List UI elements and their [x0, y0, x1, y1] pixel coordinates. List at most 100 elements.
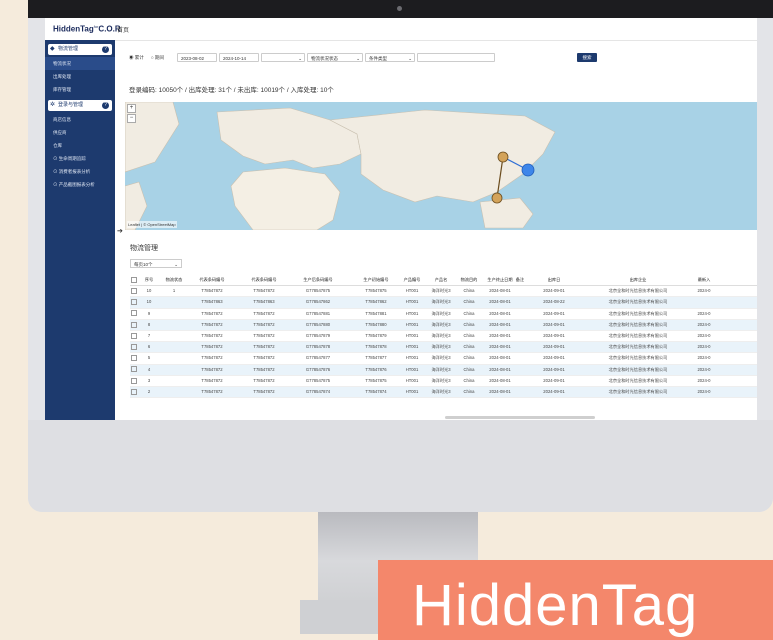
column-header[interactable]: 最新入: [690, 275, 718, 285]
table-cell: 2024-08-01: [489, 366, 511, 372]
page-size-select[interactable]: 每页10个 ⌄: [130, 259, 182, 268]
table-cell: HT001: [405, 288, 419, 294]
checkbox[interactable]: [130, 387, 138, 397]
sidebar-item-outbound[interactable]: 出库处理: [45, 70, 115, 83]
radio-all[interactable]: ◉ 累计: [129, 55, 144, 61]
table-cell: 2024-0: [697, 321, 711, 327]
help-icon[interactable]: ?: [102, 102, 109, 109]
checkbox[interactable]: [130, 353, 138, 363]
column-header[interactable]: 序号: [142, 275, 156, 285]
sidebar-item-product-report[interactable]: ⊙ 产品截图报表分析: [45, 178, 115, 191]
checkbox[interactable]: [130, 342, 138, 352]
table-row[interactable]: 5 T78547872 T78547872 G778547877 T78547877 HT…: [130, 353, 757, 365]
column-header[interactable]: 物流状态: [160, 275, 188, 285]
africa-landmass: [230, 167, 341, 230]
table-cell: 2024-08-01: [489, 299, 511, 305]
sidebar-item-supplier[interactable]: 供应商: [45, 126, 115, 139]
checkbox[interactable]: [130, 365, 138, 375]
checkbox[interactable]: [130, 286, 138, 296]
filter-bar: ◉ 累计 ○ 期间 2023-08-02 2024-10-14 ⌄ 物流状况状态…: [123, 51, 753, 65]
column-header[interactable]: 生产初始编号: [350, 275, 402, 285]
table-cell: 2024-09-01: [543, 366, 565, 372]
zoom-out-button[interactable]: −: [127, 114, 136, 123]
column-header[interactable]: 产品名: [426, 275, 456, 285]
table-cell: 2024-08-22: [543, 299, 565, 305]
sidebar-item-consumer-report[interactable]: ⊙ 消费者报表分析: [45, 165, 115, 178]
chevron-down-icon: ⌄: [356, 56, 360, 61]
checkbox[interactable]: [130, 320, 138, 330]
table-cell: G778547877: [305, 355, 331, 361]
column-header[interactable]: 生产后条码编号: [290, 275, 346, 285]
table-cell: T78547872: [201, 288, 223, 294]
arrow-right-icon[interactable]: ➔: [117, 227, 123, 235]
column-header[interactable]: 备注: [513, 275, 527, 285]
sidebar-item-logistics-status[interactable]: 物流状况: [45, 57, 115, 70]
home-tab[interactable]: 首页: [117, 25, 129, 34]
table-cell: HT001: [405, 344, 419, 350]
select-empty[interactable]: ⌄: [261, 53, 305, 62]
table-cell: 2024-08-01: [489, 344, 511, 350]
app-logo[interactable]: HiddenTagforC.O.R: [53, 24, 121, 34]
table-cell: 2024-08-01: [489, 288, 511, 294]
table-row[interactable]: 3 T78547872 T78547872 G778547875 T78547875 HT…: [130, 376, 757, 387]
table-cell: China: [463, 310, 475, 316]
checkbox[interactable]: [130, 297, 138, 307]
column-header[interactable]: 产品编号: [398, 275, 426, 285]
world-map[interactable]: + − Leaflet | © OpenStreetMap: [125, 102, 757, 230]
table-cell: 2024-08-01: [489, 321, 511, 327]
table-row[interactable]: 4 T78547872 T78547872 G778547876 T78547876 HT…: [130, 364, 757, 376]
column-header[interactable]: 出库日: [530, 275, 578, 285]
table-row[interactable]: 2 T78547872 T78547872 G778547874 T78547874 HT…: [130, 386, 757, 399]
date-from-input[interactable]: 2023-08-02: [177, 53, 217, 62]
checkbox[interactable]: [130, 275, 138, 285]
table-cell: China: [463, 388, 475, 394]
checkbox[interactable]: [130, 309, 138, 319]
asia-landmass: [328, 109, 556, 203]
map-canvas: [125, 102, 556, 230]
marker-cluster: [521, 163, 535, 177]
table-cell: 海洋时光3: [431, 366, 451, 372]
table-cell: China: [463, 366, 475, 372]
table-cell: T78547872: [253, 310, 275, 316]
table-cell: T78547872: [201, 377, 223, 383]
column-header[interactable]: 物流目的: [454, 275, 484, 285]
table-cell: China: [463, 332, 475, 338]
sidebar-item-lifecycle[interactable]: ⊙ 生命周期追踪: [45, 152, 115, 165]
sidebar-group-registration[interactable]: ✲ 登录与管理 ?: [48, 100, 112, 111]
table-row[interactable]: 7 T78547872 T78547872 G778547879 T78547879 HT…: [130, 331, 757, 343]
sidebar-group-logistics[interactable]: ◆ 物流管理 ?: [48, 44, 112, 55]
truck-icon: ◆: [50, 46, 55, 52]
table-cell: T78547874: [365, 388, 387, 394]
checkbox[interactable]: [130, 331, 138, 341]
table-row[interactable]: 10 T78547863 T78547863 G778547862 T78547862 H…: [130, 297, 757, 309]
zoom-in-button[interactable]: +: [127, 104, 136, 113]
table-cell: 9: [147, 310, 151, 316]
europe-landmass: [216, 107, 362, 169]
table-cell: 2024-09-01: [543, 388, 565, 394]
table-cell: 2024-08-01: [489, 310, 511, 316]
column-header[interactable]: 代表条码编号: [188, 275, 236, 285]
help-icon[interactable]: ?: [102, 46, 109, 53]
search-button[interactable]: 搜索: [577, 53, 597, 62]
status-select[interactable]: 物流状况状态 ⌄: [307, 53, 363, 62]
table-header[interactable]: 序号 物流状态 代表条码编号 代表条码编号 生产后条码编号 生产初始编号 产品编号 产品名 物流…: [130, 275, 757, 287]
column-header[interactable]: 出库企业: [590, 275, 686, 285]
brand-banner-text: HiddenTag: [412, 573, 699, 638]
type-select[interactable]: 条件类型 ⌄: [365, 53, 415, 62]
table-row[interactable]: 8 T78547872 T78547872 G778547880 T78547880 HT…: [130, 319, 757, 331]
table-row[interactable]: 9 T78547872 T78547872 G778547881 T78547881 HT…: [130, 309, 757, 320]
checkbox[interactable]: [130, 376, 138, 386]
date-to-input[interactable]: 2024-10-14: [219, 53, 259, 62]
column-header[interactable]: 代表条码编号: [240, 275, 288, 285]
sidebar-item-store-info[interactable]: 商店信息: [45, 113, 115, 126]
sidebar-item-warehouse[interactable]: 仓库: [45, 139, 115, 152]
table-cell: T78547863: [253, 299, 275, 305]
table-row[interactable]: 10 1 T78547872 T78547872 G778547875 T78547875…: [130, 286, 757, 298]
sidebar-item-inventory[interactable]: 库存管理: [45, 83, 115, 96]
table-row[interactable]: 6 T78547872 T78547872 G778547878 T78547878 HT…: [130, 342, 757, 354]
horizontal-scrollbar[interactable]: [445, 416, 595, 419]
radio-period[interactable]: ○ 期间: [151, 55, 164, 61]
search-input[interactable]: [417, 53, 495, 62]
table-cell: 北京全和时光信息技术有限公司: [608, 310, 668, 316]
table-cell: HT001: [405, 299, 419, 305]
